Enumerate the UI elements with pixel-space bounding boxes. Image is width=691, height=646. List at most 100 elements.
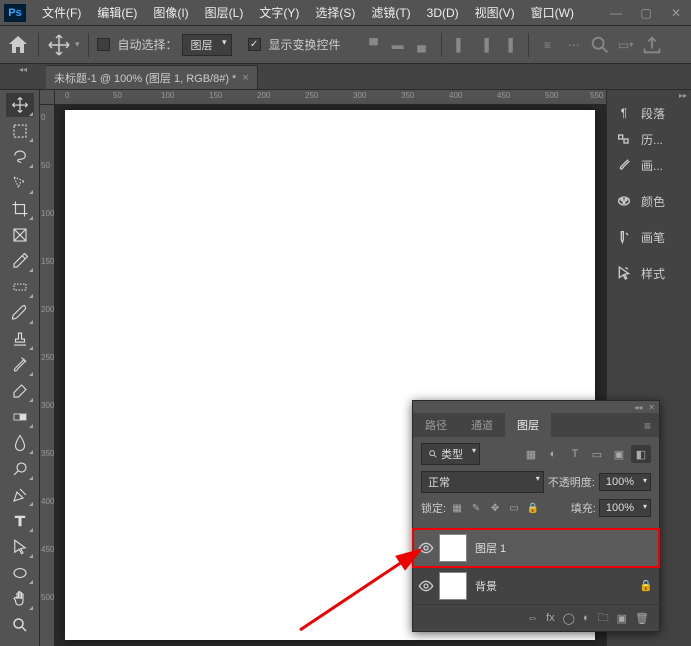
ruler-vertical: 0 50 100 150 200 250 300 350 400 450 500 — [40, 105, 55, 646]
layer-name[interactable]: 背景 — [475, 578, 639, 594]
lock-artboard-icon[interactable]: ▭ — [506, 500, 522, 516]
history-brush-tool[interactable] — [6, 353, 34, 377]
eyedropper-tool[interactable] — [6, 249, 34, 273]
paragraph-icon: ¶ — [615, 104, 633, 122]
filter-pixel-icon[interactable]: ▦ — [521, 445, 541, 463]
menu-window[interactable]: 窗口(W) — [523, 4, 582, 21]
workspace-icon[interactable]: ▭▾ — [615, 34, 637, 56]
auto-select-checkbox[interactable] — [97, 38, 110, 51]
menu-3d[interactable]: 3D(D) — [419, 6, 467, 20]
gradient-tool[interactable] — [6, 405, 34, 429]
dodge-tool[interactable] — [6, 457, 34, 481]
panel-menu-icon[interactable]: ≡ — [636, 415, 659, 437]
panel-history[interactable]: 历... — [607, 126, 691, 152]
eraser-tool[interactable] — [6, 379, 34, 403]
healing-tool[interactable] — [6, 275, 34, 299]
lock-position-icon[interactable]: ✥ — [487, 500, 503, 516]
quick-select-tool[interactable] — [6, 171, 34, 195]
tab-channels[interactable]: 通道 — [459, 413, 505, 437]
blur-tool[interactable] — [6, 431, 34, 455]
menu-select[interactable]: 选择(S) — [307, 4, 363, 21]
layer-name[interactable]: 图层 1 — [475, 540, 659, 556]
layer-visibility-icon[interactable] — [413, 540, 439, 556]
menu-edit[interactable]: 编辑(E) — [89, 4, 145, 21]
filter-type-icon[interactable]: T — [565, 445, 585, 463]
tab-paths[interactable]: 路径 — [413, 413, 459, 437]
crop-tool[interactable] — [6, 197, 34, 221]
filter-smart-icon[interactable]: ▣ — [609, 445, 629, 463]
layer-row[interactable]: 背景 🔒 — [413, 567, 659, 605]
brush-settings-icon — [615, 228, 633, 246]
layer-thumbnail[interactable] — [439, 534, 467, 562]
zoom-tool[interactable] — [6, 613, 34, 637]
panels-collapse-icon[interactable]: ▸▸ — [607, 90, 691, 100]
maximize-button[interactable]: ▢ — [631, 2, 661, 24]
menu-file[interactable]: 文件(F) — [34, 4, 89, 21]
align-right-icon[interactable]: ▐ — [498, 34, 520, 56]
menu-layer[interactable]: 图层(L) — [197, 4, 252, 21]
menu-view[interactable]: 视图(V) — [467, 4, 523, 21]
panel-brushes[interactable]: 画... — [607, 152, 691, 178]
align-left-icon[interactable]: ▌ — [450, 34, 472, 56]
share-icon[interactable] — [641, 34, 663, 56]
lock-image-icon[interactable]: ✎ — [468, 500, 484, 516]
ruler-corner — [40, 90, 55, 105]
doc-tab[interactable]: 未标题-1 @ 100% (图层 1, RGB/8#) * × — [46, 65, 258, 89]
panel-close-icon[interactable]: ✕ — [648, 403, 655, 412]
panel-paragraph[interactable]: ¶ 段落 — [607, 100, 691, 126]
panel-brush-settings[interactable]: 画笔 — [607, 224, 691, 250]
lock-all-icon[interactable]: 🔒 — [525, 500, 541, 516]
tab-close-icon[interactable]: × — [242, 72, 248, 84]
new-layer-icon[interactable]: ▣ — [617, 612, 627, 625]
distribute-icon[interactable]: ≡ — [537, 34, 559, 56]
search-icon[interactable] — [589, 34, 611, 56]
new-group-icon[interactable]: 🗀 — [598, 609, 609, 628]
hand-tool[interactable] — [6, 587, 34, 611]
filter-type-dropdown[interactable]: 类型 — [421, 443, 480, 465]
menu-image[interactable]: 图像(I) — [145, 4, 196, 21]
delete-layer-icon[interactable]: 🗑 — [635, 612, 649, 625]
menu-filter[interactable]: 滤镜(T) — [363, 4, 418, 21]
stamp-tool[interactable] — [6, 327, 34, 351]
marquee-tool[interactable] — [6, 119, 34, 143]
link-layers-icon[interactable]: ⇔ — [527, 612, 538, 624]
align-top-icon[interactable]: ▀ — [363, 34, 385, 56]
tab-layers[interactable]: 图层 — [505, 413, 551, 437]
panel-collapse-icon[interactable]: ◂◂ — [634, 403, 642, 412]
move-tool-icon[interactable] — [47, 33, 71, 57]
auto-select-target-dropdown[interactable]: 图层 — [182, 34, 232, 56]
lock-transparency-icon[interactable]: ▦ — [449, 500, 465, 516]
layer-style-icon[interactable]: fx — [546, 612, 555, 624]
close-button[interactable]: ✕ — [661, 2, 691, 24]
align-vcenter-icon[interactable]: ▬ — [387, 34, 409, 56]
filter-shape-icon[interactable]: ▭ — [587, 445, 607, 463]
blend-mode-dropdown[interactable]: 正常 — [421, 471, 544, 493]
layer-thumbnail[interactable] — [439, 572, 467, 600]
menu-type[interactable]: 文字(Y) — [251, 4, 307, 21]
adjustment-layer-icon[interactable]: ◐ — [583, 612, 590, 624]
brush-tool[interactable] — [6, 301, 34, 325]
opacity-dropdown[interactable]: 100% — [599, 473, 651, 491]
filter-adjust-icon[interactable]: ◐ — [543, 445, 563, 463]
home-icon[interactable] — [6, 33, 30, 57]
frame-tool[interactable] — [6, 223, 34, 247]
tools-collapse-icon[interactable]: ◂◂ — [0, 64, 46, 74]
align-hcenter-icon[interactable]: ▐ — [474, 34, 496, 56]
filter-toggle-icon[interactable]: ◧ — [631, 445, 651, 463]
more-icon[interactable]: ⋯ — [563, 34, 585, 56]
move-tool[interactable] — [6, 93, 34, 117]
layer-visibility-icon[interactable] — [413, 578, 439, 594]
show-transform-checkbox[interactable] — [248, 38, 261, 51]
path-select-tool[interactable] — [6, 535, 34, 559]
layer-mask-icon[interactable]: ◯ — [563, 612, 575, 625]
pen-tool[interactable] — [6, 483, 34, 507]
type-tool[interactable] — [6, 509, 34, 533]
layer-row[interactable]: 图层 1 — [413, 529, 659, 567]
minimize-button[interactable]: — — [601, 2, 631, 24]
panel-color[interactable]: 颜色 — [607, 188, 691, 214]
shape-tool[interactable] — [6, 561, 34, 585]
lasso-tool[interactable] — [6, 145, 34, 169]
fill-dropdown[interactable]: 100% — [599, 499, 651, 517]
align-bottom-icon[interactable]: ▄ — [411, 34, 433, 56]
panel-styles[interactable]: 样式 — [607, 260, 691, 286]
